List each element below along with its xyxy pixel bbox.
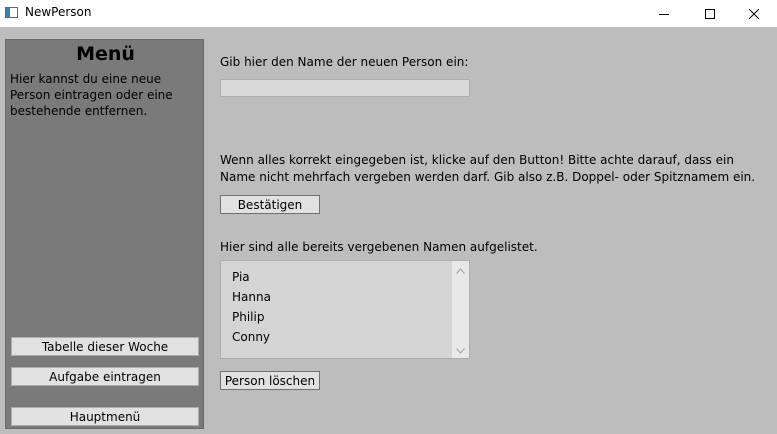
delete-person-button[interactable]: Person löschen: [220, 371, 320, 390]
name-input[interactable]: [220, 79, 470, 97]
close-button[interactable]: [731, 0, 777, 27]
sidebar-menu: Menü Hier kannst du eine neue Person ein…: [5, 39, 204, 429]
names-list-caption: Hier sind alle bereits vergebenen Namen …: [220, 240, 538, 254]
names-listbox[interactable]: Pia Hanna Philip Conny: [220, 260, 470, 359]
confirm-button[interactable]: Bestätigen: [220, 195, 320, 214]
add-task-button[interactable]: Aufgabe eintragen: [11, 367, 199, 386]
window-title: NewPerson: [25, 5, 92, 19]
minimize-button[interactable]: [641, 0, 687, 27]
close-icon: [749, 8, 759, 19]
list-scrollbar[interactable]: [452, 261, 469, 358]
info-text: Wenn alles korrekt eingegeben ist, klick…: [220, 153, 756, 184]
week-table-button[interactable]: Tabelle dieser Woche: [11, 337, 199, 356]
menu-title: Menü: [76, 43, 135, 65]
scroll-down-button[interactable]: [452, 341, 469, 358]
window-content: Menü Hier kannst du eine neue Person ein…: [0, 27, 777, 434]
menu-description: Hier kannst du eine neue Person eintrage…: [10, 72, 173, 118]
maximize-icon: [705, 8, 715, 19]
window-icon: [5, 7, 18, 18]
title-bar: NewPerson: [0, 0, 777, 27]
main-menu-button[interactable]: Hauptmenü: [11, 407, 199, 426]
list-item[interactable]: Hanna: [232, 290, 271, 304]
minimize-icon: [659, 9, 669, 19]
scroll-up-button[interactable]: [452, 261, 469, 278]
list-item[interactable]: Pia: [232, 270, 250, 284]
maximize-button[interactable]: [687, 0, 733, 27]
name-prompt-label: Gib hier den Name der neuen Person ein:: [220, 55, 469, 69]
list-item[interactable]: Conny: [232, 330, 270, 344]
chevron-down-icon: [456, 343, 465, 357]
chevron-up-icon: [456, 263, 465, 277]
list-item[interactable]: Philip: [232, 310, 264, 324]
